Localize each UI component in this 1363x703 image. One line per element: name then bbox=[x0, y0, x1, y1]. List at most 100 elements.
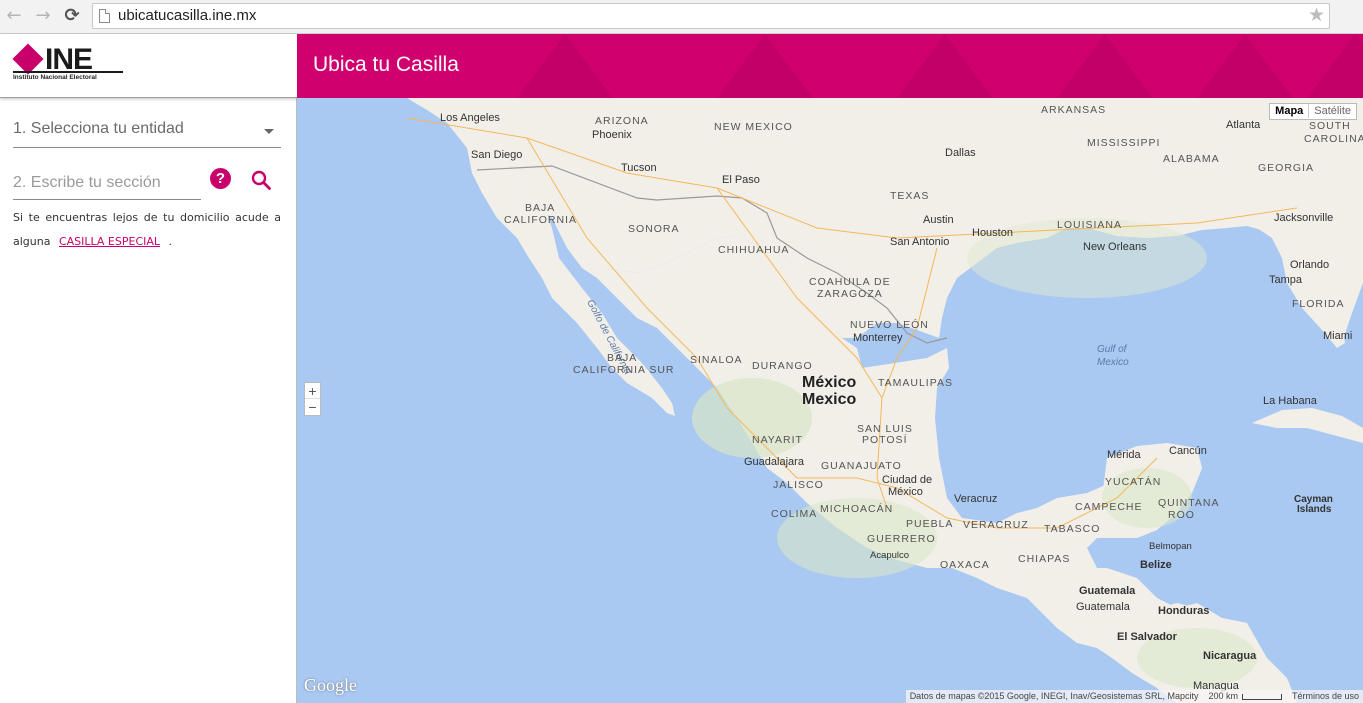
map-label: Ciudad de bbox=[882, 474, 933, 486]
map-label: Veracruz bbox=[954, 493, 998, 505]
terms-link[interactable]: Términos de uso bbox=[1292, 691, 1359, 701]
url-text[interactable]: ubicatucasilla.ine.mx bbox=[118, 7, 256, 24]
map-label: El Paso bbox=[722, 174, 760, 186]
page-title: Ubica tu Casilla bbox=[313, 53, 459, 76]
map-label: ROO bbox=[1168, 509, 1195, 521]
logo-area: INE Instituto Nacional Electoral bbox=[0, 34, 297, 98]
map-label: VERACRUZ bbox=[963, 519, 1029, 531]
map-label: Gulf of bbox=[1097, 344, 1127, 355]
map-label: BAJA bbox=[525, 202, 556, 214]
map-label: ARKANSAS bbox=[1041, 104, 1107, 116]
map-label: Guadalajara bbox=[744, 456, 804, 468]
map-label: Houston bbox=[972, 227, 1013, 239]
map-label: Guatemala bbox=[1076, 601, 1130, 613]
map-label: Phoenix bbox=[592, 129, 632, 141]
map-label: CALIFORNIA bbox=[504, 214, 578, 226]
map-label: TAMAULIPAS bbox=[878, 377, 953, 389]
address-bar[interactable]: ubicatucasilla.ine.mx ★ bbox=[92, 3, 1330, 29]
map-label: COAHUILA DE bbox=[809, 276, 891, 288]
map-label: TABASCO bbox=[1044, 523, 1101, 535]
map-label: México bbox=[888, 486, 923, 498]
map-label: CHIAPAS bbox=[1018, 553, 1071, 565]
ine-diamond-icon bbox=[12, 43, 44, 75]
map-label: NAYARIT bbox=[752, 434, 803, 446]
map-label: Guatemala bbox=[1079, 585, 1136, 597]
map-label: CHIHUAHUA bbox=[718, 244, 790, 256]
map-label: JALISCO bbox=[773, 479, 824, 491]
map-label: México bbox=[802, 374, 857, 391]
entity-select-label: 1. Selecciona tu entidad bbox=[13, 120, 184, 137]
map-type-map-button[interactable]: Mapa bbox=[1270, 104, 1310, 118]
map-label: Nicaragua bbox=[1203, 650, 1257, 662]
entity-select[interactable]: 1. Selecciona tu entidad bbox=[13, 118, 281, 148]
bookmark-star-icon[interactable]: ★ bbox=[1308, 4, 1325, 26]
notice-end: . bbox=[168, 235, 173, 248]
map-label: Austin bbox=[923, 214, 954, 226]
map-label: Mérida bbox=[1107, 449, 1141, 461]
map-label: TEXAS bbox=[890, 190, 930, 202]
map-label: SONORA bbox=[628, 223, 680, 235]
map-label: ARIZONA bbox=[595, 115, 649, 127]
map-label: ZARAGOZA bbox=[817, 288, 883, 300]
sidebar: INE Instituto Nacional Electoral 1. Sele… bbox=[0, 34, 297, 703]
map-label: Miami bbox=[1323, 330, 1353, 342]
map-label: CAROLINA bbox=[1304, 133, 1363, 145]
back-icon[interactable]: ← bbox=[3, 5, 25, 27]
map-label: Atlanta bbox=[1226, 119, 1261, 131]
zoom-out-button[interactable]: − bbox=[305, 399, 320, 415]
map-label: Tampa bbox=[1269, 274, 1303, 286]
page-icon bbox=[99, 9, 110, 23]
map-label: SOUTH bbox=[1309, 120, 1351, 132]
map-label: ALABAMA bbox=[1163, 153, 1220, 165]
map-label: FLORIDA bbox=[1292, 298, 1345, 310]
scale-bar-icon bbox=[1241, 693, 1282, 700]
attribution-text: Datos de mapas ©2015 Google, INEGI, Inav… bbox=[909, 691, 1199, 701]
map-type-satellite-button[interactable]: Satélite bbox=[1309, 104, 1356, 118]
map-type-control: Mapa Satélite bbox=[1269, 103, 1357, 120]
section-input[interactable] bbox=[13, 166, 201, 200]
map-label: Cancún bbox=[1169, 445, 1207, 457]
scale-label[interactable]: 200 km bbox=[1208, 691, 1238, 701]
zoom-control: + − bbox=[304, 382, 321, 416]
map-label: Orlando bbox=[1290, 259, 1330, 271]
map-label: GEORGIA bbox=[1258, 162, 1315, 174]
map-label: Honduras bbox=[1158, 605, 1210, 617]
page-header: Ubica tu Casilla bbox=[297, 34, 1363, 98]
map-label: San Diego bbox=[471, 149, 523, 161]
forward-icon[interactable]: → bbox=[32, 5, 54, 27]
map-label: QUINTANA bbox=[1158, 497, 1220, 509]
map[interactable]: Los Angeles San Diego ARIZONA Phoenix Tu… bbox=[297, 98, 1363, 703]
map-label: San Antonio bbox=[890, 236, 950, 248]
map-label: Tucson bbox=[621, 162, 657, 174]
map-label: GUERRERO bbox=[867, 533, 936, 545]
map-label: Mexico bbox=[802, 391, 857, 408]
map-label: OAXACA bbox=[940, 559, 990, 571]
map-label: La Habana bbox=[1263, 395, 1317, 407]
chevron-down-icon bbox=[264, 129, 274, 134]
map-label: Dallas bbox=[945, 147, 976, 159]
map-label: MICHOACÁN bbox=[820, 503, 894, 515]
map-label: LOUISIANA bbox=[1057, 219, 1123, 231]
map-label: COLIMA bbox=[771, 508, 818, 520]
map-label: YUCATÁN bbox=[1105, 476, 1162, 488]
map-label: GUANAJUATO bbox=[821, 460, 902, 472]
map-label: Mexico bbox=[1097, 357, 1129, 368]
logo-subtitle: Instituto Nacional Electoral bbox=[13, 74, 97, 81]
map-label: Belize bbox=[1140, 559, 1172, 571]
zoom-in-button[interactable]: + bbox=[305, 383, 320, 399]
map-label: MISSISSIPPI bbox=[1087, 137, 1161, 149]
map-label: Islands bbox=[1297, 504, 1332, 515]
special-casilla-notice: Si te encuentras lejos de tu domicilio a… bbox=[13, 206, 281, 254]
map-label: NUEVO LEÓN bbox=[850, 319, 929, 331]
map-label: Acapulco bbox=[870, 550, 910, 561]
help-button[interactable]: ? bbox=[210, 168, 231, 189]
map-label: El Salvador bbox=[1117, 631, 1177, 643]
google-logo[interactable]: Google bbox=[304, 675, 357, 696]
map-label: Jacksonville bbox=[1274, 212, 1334, 224]
search-icon[interactable] bbox=[250, 169, 272, 191]
reload-icon[interactable]: ⟳ bbox=[61, 5, 83, 27]
map-label: Belmopan bbox=[1149, 541, 1192, 552]
casilla-especial-link[interactable]: CASILLA ESPECIAL bbox=[59, 235, 160, 248]
map-label: SINALOA bbox=[690, 354, 743, 366]
map-label: BAJA bbox=[607, 352, 638, 364]
